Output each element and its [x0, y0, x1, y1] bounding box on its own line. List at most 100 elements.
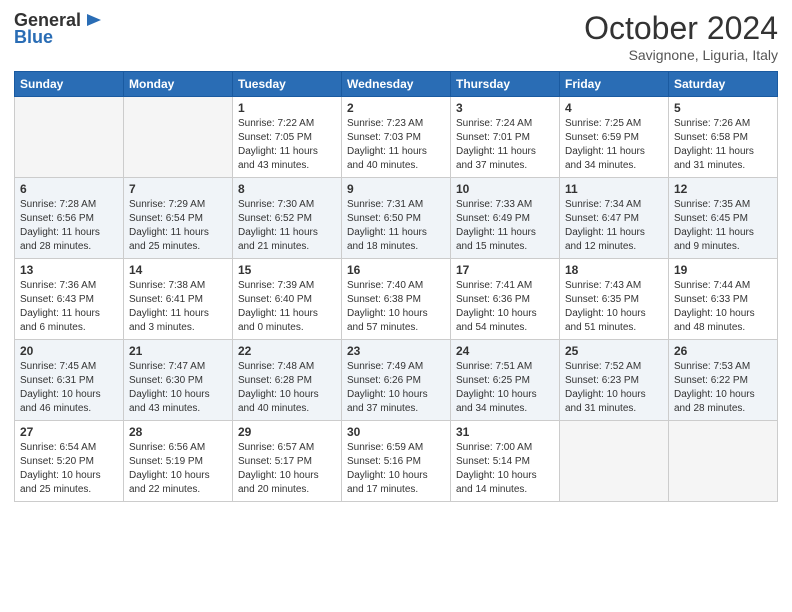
- day-info: Sunrise: 7:29 AMSunset: 6:54 PMDaylight:…: [129, 199, 209, 252]
- header-row: SundayMondayTuesdayWednesdayThursdayFrid…: [15, 72, 778, 97]
- calendar-cell: 20Sunrise: 7:45 AMSunset: 6:31 PMDayligh…: [15, 340, 124, 421]
- calendar-cell: 25 Sunrise: 7:52 AMSunset: 6:23 PMDayligh…: [560, 340, 669, 421]
- calendar-cell: 10 Sunrise: 7:33 AMSunset: 6:49 PMDayligh…: [451, 178, 560, 259]
- col-header-sunday: Sunday: [15, 72, 124, 97]
- day-info: Sunrise: 6:56 AMSunset: 5:19 PMDaylight:…: [129, 442, 210, 495]
- calendar-table: SundayMondayTuesdayWednesdayThursdayFrid…: [14, 71, 778, 502]
- title-section: October 2024 Savignone, Liguria, Italy: [584, 10, 778, 63]
- day-info: Sunrise: 7:41 AMSunset: 6:36 PMDaylight:…: [456, 280, 537, 333]
- main-container: General Blue October 2024 Savignone, Lig…: [0, 0, 792, 512]
- day-number: 12: [674, 182, 772, 196]
- day-info: Sunrise: 7:48 AMSunset: 6:28 PMDaylight:…: [238, 361, 319, 414]
- calendar-cell: 13 Sunrise: 7:36 AMSunset: 6:43 PMDayligh…: [15, 259, 124, 340]
- col-header-wednesday: Wednesday: [342, 72, 451, 97]
- day-info: Sunrise: 7:40 AMSunset: 6:38 PMDaylight:…: [347, 280, 428, 333]
- day-number: 6: [20, 182, 118, 196]
- week-row-4: 20Sunrise: 7:45 AMSunset: 6:31 PMDayligh…: [15, 340, 778, 421]
- calendar-cell: 19 Sunrise: 7:44 AMSunset: 6:33 PMDayligh…: [669, 259, 778, 340]
- calendar-cell: 6 Sunrise: 7:28 AMSunset: 6:56 PMDaylight…: [15, 178, 124, 259]
- week-row-1: 1Sunrise: 7:22 AMSunset: 7:05 PMDaylight…: [15, 97, 778, 178]
- day-number: 22: [238, 344, 336, 358]
- col-header-saturday: Saturday: [669, 72, 778, 97]
- day-number: 15: [238, 263, 336, 277]
- calendar-cell: 30Sunrise: 6:59 AMSunset: 5:16 PMDayligh…: [342, 421, 451, 502]
- calendar-cell: [15, 97, 124, 178]
- calendar-cell: 27 Sunrise: 6:54 AMSunset: 5:20 PMDayligh…: [15, 421, 124, 502]
- calendar-cell: 23Sunrise: 7:49 AMSunset: 6:26 PMDayligh…: [342, 340, 451, 421]
- day-info: Sunrise: 7:47 AMSunset: 6:30 PMDaylight:…: [129, 361, 210, 414]
- day-number: 14: [129, 263, 227, 277]
- day-info: Sunrise: 7:43 AMSunset: 6:35 PMDaylight:…: [565, 280, 646, 333]
- day-info: Sunrise: 7:52 AMSunset: 6:23 PMDaylight:…: [565, 361, 646, 414]
- day-info: Sunrise: 7:53 AMSunset: 6:22 PMDaylight:…: [674, 361, 755, 414]
- logo-blue-text: Blue: [14, 27, 53, 48]
- logo-flag-icon: [83, 12, 103, 30]
- calendar-cell: 14 Sunrise: 7:38 AMSunset: 6:41 PMDayligh…: [124, 259, 233, 340]
- day-info: Sunrise: 7:38 AMSunset: 6:41 PMDaylight:…: [129, 280, 209, 333]
- day-info: Sunrise: 7:36 AMSunset: 6:43 PMDaylight:…: [20, 280, 100, 333]
- calendar-cell: 29 Sunrise: 6:57 AMSunset: 5:17 PMDayligh…: [233, 421, 342, 502]
- logo: General Blue: [14, 10, 103, 48]
- day-info: Sunrise: 7:45 AMSunset: 6:31 PMDaylight:…: [20, 361, 101, 414]
- day-info: Sunrise: 7:30 AMSunset: 6:52 PMDaylight:…: [238, 199, 318, 252]
- day-info: Sunrise: 7:33 AMSunset: 6:49 PMDaylight:…: [456, 199, 536, 252]
- day-number: 7: [129, 182, 227, 196]
- header: General Blue October 2024 Savignone, Lig…: [14, 10, 778, 63]
- day-number: 26: [674, 344, 772, 358]
- day-info: Sunrise: 7:24 AMSunset: 7:01 PMDaylight:…: [456, 118, 536, 171]
- col-header-friday: Friday: [560, 72, 669, 97]
- day-info: Sunrise: 7:51 AMSunset: 6:25 PMDaylight:…: [456, 361, 537, 414]
- calendar-cell: 18Sunrise: 7:43 AMSunset: 6:35 PMDayligh…: [560, 259, 669, 340]
- day-number: 9: [347, 182, 445, 196]
- calendar-cell: 5 Sunrise: 7:26 AMSunset: 6:58 PMDaylight…: [669, 97, 778, 178]
- calendar-cell: 12Sunrise: 7:35 AMSunset: 6:45 PMDayligh…: [669, 178, 778, 259]
- day-info: Sunrise: 6:57 AMSunset: 5:17 PMDaylight:…: [238, 442, 319, 495]
- month-title: October 2024: [584, 10, 778, 47]
- calendar-cell: 24 Sunrise: 7:51 AMSunset: 6:25 PMDayligh…: [451, 340, 560, 421]
- day-number: 8: [238, 182, 336, 196]
- week-row-2: 6 Sunrise: 7:28 AMSunset: 6:56 PMDaylight…: [15, 178, 778, 259]
- calendar-cell: 16 Sunrise: 7:40 AMSunset: 6:38 PMDayligh…: [342, 259, 451, 340]
- calendar-cell: 11 Sunrise: 7:34 AMSunset: 6:47 PMDayligh…: [560, 178, 669, 259]
- day-number: 5: [674, 101, 772, 115]
- day-number: 24: [456, 344, 554, 358]
- day-number: 2: [347, 101, 445, 115]
- day-info: Sunrise: 7:28 AMSunset: 6:56 PMDaylight:…: [20, 199, 100, 252]
- day-info: Sunrise: 7:34 AMSunset: 6:47 PMDaylight:…: [565, 199, 645, 252]
- day-info: Sunrise: 7:23 AMSunset: 7:03 PMDaylight:…: [347, 118, 427, 171]
- day-info: Sunrise: 7:44 AMSunset: 6:33 PMDaylight:…: [674, 280, 755, 333]
- col-header-monday: Monday: [124, 72, 233, 97]
- subtitle: Savignone, Liguria, Italy: [584, 47, 778, 63]
- day-number: 19: [674, 263, 772, 277]
- day-number: 11: [565, 182, 663, 196]
- day-info: Sunrise: 7:00 AMSunset: 5:14 PMDaylight:…: [456, 442, 537, 495]
- day-info: Sunrise: 6:59 AMSunset: 5:16 PMDaylight:…: [347, 442, 428, 495]
- day-number: 28: [129, 425, 227, 439]
- calendar-cell: [669, 421, 778, 502]
- day-number: 25: [565, 344, 663, 358]
- week-row-3: 13 Sunrise: 7:36 AMSunset: 6:43 PMDayligh…: [15, 259, 778, 340]
- day-number: 17: [456, 263, 554, 277]
- day-number: 16: [347, 263, 445, 277]
- day-info: Sunrise: 7:25 AMSunset: 6:59 PMDaylight:…: [565, 118, 645, 171]
- day-number: 31: [456, 425, 554, 439]
- day-info: Sunrise: 7:26 AMSunset: 6:58 PMDaylight:…: [674, 118, 754, 171]
- calendar-cell: [560, 421, 669, 502]
- calendar-cell: 8 Sunrise: 7:30 AMSunset: 6:52 PMDaylight…: [233, 178, 342, 259]
- calendar-cell: 17 Sunrise: 7:41 AMSunset: 6:36 PMDayligh…: [451, 259, 560, 340]
- calendar-cell: 7 Sunrise: 7:29 AMSunset: 6:54 PMDaylight…: [124, 178, 233, 259]
- day-number: 21: [129, 344, 227, 358]
- day-number: 4: [565, 101, 663, 115]
- calendar-cell: 1Sunrise: 7:22 AMSunset: 7:05 PMDaylight…: [233, 97, 342, 178]
- day-info: Sunrise: 7:31 AMSunset: 6:50 PMDaylight:…: [347, 199, 427, 252]
- day-number: 10: [456, 182, 554, 196]
- day-number: 27: [20, 425, 118, 439]
- day-info: Sunrise: 7:49 AMSunset: 6:26 PMDaylight:…: [347, 361, 428, 414]
- col-header-tuesday: Tuesday: [233, 72, 342, 97]
- day-info: Sunrise: 7:22 AMSunset: 7:05 PMDaylight:…: [238, 118, 318, 171]
- day-number: 13: [20, 263, 118, 277]
- calendar-cell: 2 Sunrise: 7:23 AMSunset: 7:03 PMDaylight…: [342, 97, 451, 178]
- calendar-cell: 9 Sunrise: 7:31 AMSunset: 6:50 PMDaylight…: [342, 178, 451, 259]
- day-info: Sunrise: 6:54 AMSunset: 5:20 PMDaylight:…: [20, 442, 101, 495]
- day-number: 29: [238, 425, 336, 439]
